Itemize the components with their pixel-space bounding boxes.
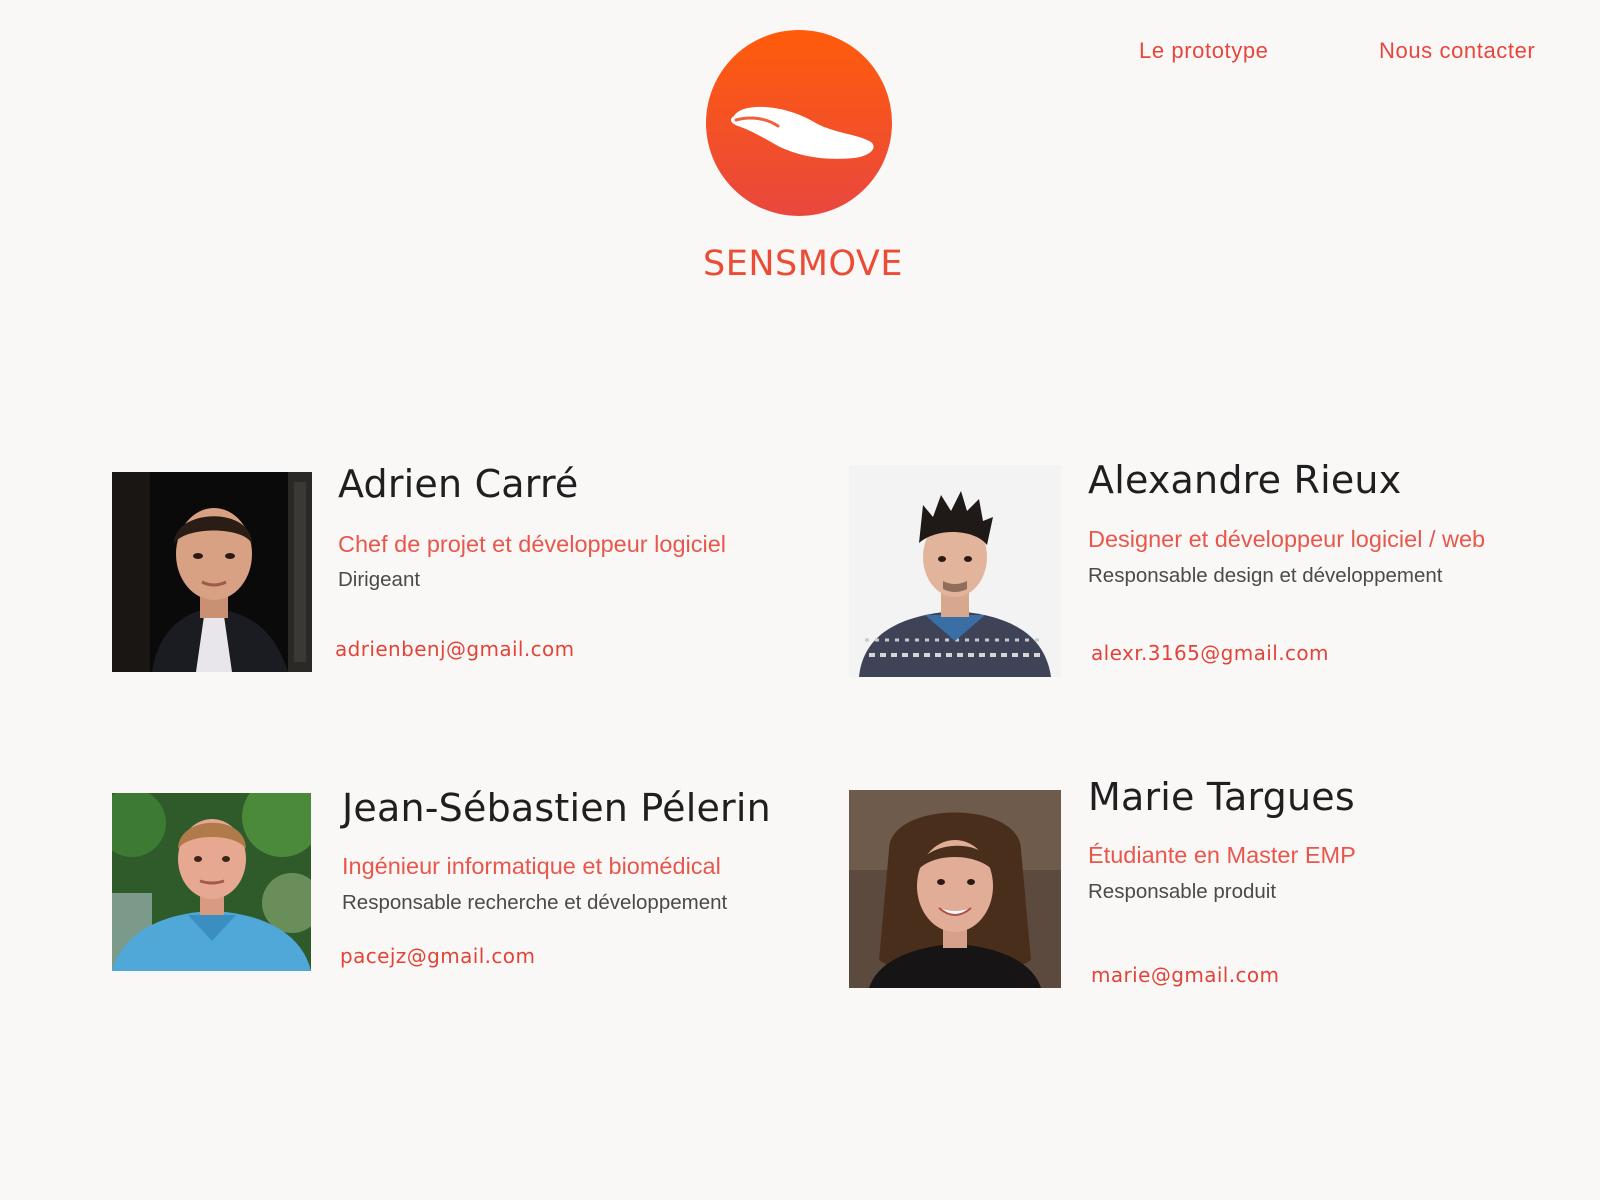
member-role-jean-sebastien: Ingénieur informatique et biomédical — [342, 853, 721, 879]
member-duty-alexandre: Responsable design et développement — [1088, 564, 1443, 587]
member-photo-marie — [849, 790, 1061, 988]
member-email-marie[interactable]: marie@gmail.com — [1091, 963, 1279, 987]
member-email-adrien[interactable]: adrienbenj@gmail.com — [335, 637, 575, 661]
member-email-jean-sebastien[interactable]: pacejz@gmail.com — [340, 944, 535, 968]
member-name-alexandre: Alexandre Rieux — [1088, 458, 1402, 502]
member-name-adrien: Adrien Carré — [338, 462, 579, 506]
member-duty-jean-sebastien: Responsable recherche et développement — [342, 891, 728, 914]
member-role-marie: Étudiante en Master EMP — [1088, 842, 1356, 868]
brand-name: SENSMOVE — [703, 244, 903, 284]
member-duty-adrien: Dirigeant — [338, 568, 421, 591]
member-role-adrien: Chef de projet et développeur logiciel — [338, 531, 727, 557]
nav-link-prototype[interactable]: Le prototype — [1139, 38, 1269, 64]
member-duty-marie: Responsable produit — [1088, 880, 1277, 903]
insole-icon — [730, 106, 874, 159]
member-name-marie: Marie Targues — [1088, 775, 1355, 819]
member-photo-alexandre — [849, 465, 1061, 677]
member-photo-jean-sebastien — [112, 793, 311, 971]
page: Le prototype Nous contacter SENSMOVE Adr… — [0, 0, 1600, 1200]
logo[interactable] — [706, 30, 892, 216]
member-role-alexandre: Designer et développeur logiciel / web — [1088, 526, 1486, 552]
nav-link-contact[interactable]: Nous contacter — [1379, 38, 1535, 64]
member-email-alexandre[interactable]: alexr.3165@gmail.com — [1091, 641, 1329, 665]
member-photo-adrien — [112, 472, 312, 672]
member-name-jean-sebastien: Jean-Sébastien Pélerin — [342, 786, 771, 830]
